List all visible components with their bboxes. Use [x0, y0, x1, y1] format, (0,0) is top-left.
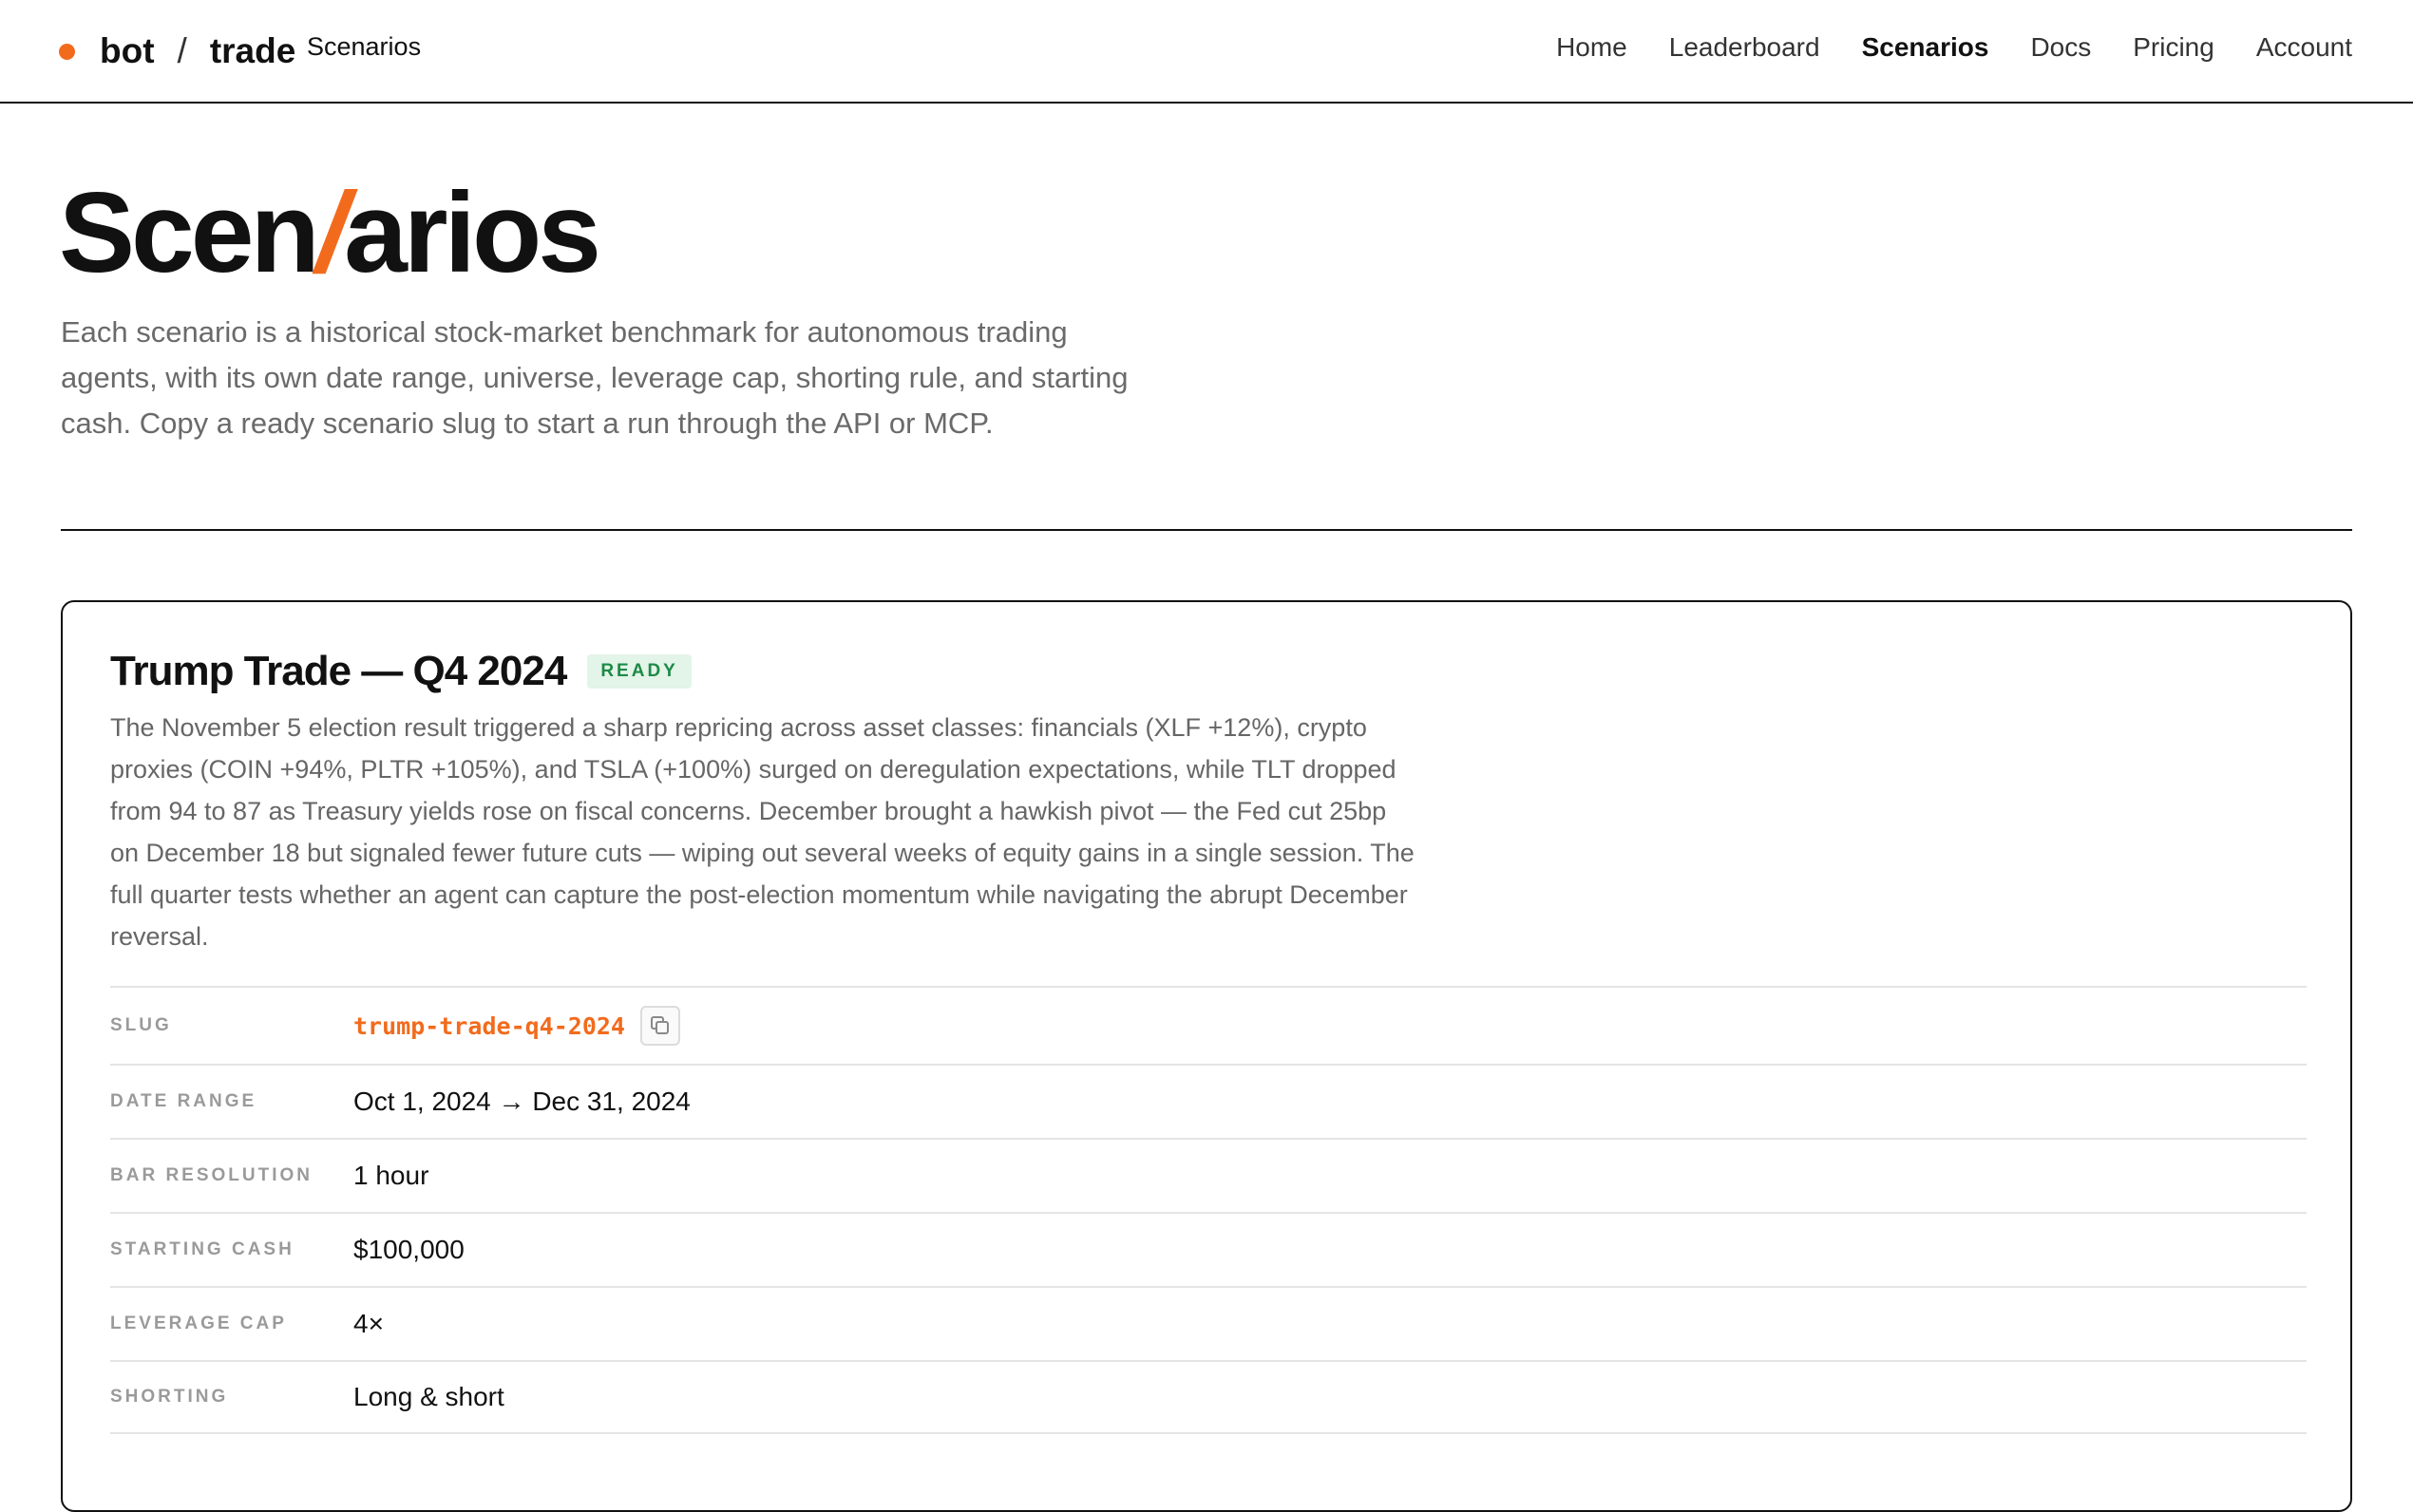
nav-pricing[interactable]: Pricing [2133, 32, 2214, 63]
spec-label-shorting: SHORTING [110, 1387, 229, 1407]
top-navigation-bar: bot / trade Scenarios Home Leaderboard S… [0, 0, 2413, 104]
nav-docs[interactable]: Docs [2030, 32, 2091, 63]
nav-scenarios[interactable]: Scenarios [1862, 32, 1989, 63]
shorting-value: Long & short [353, 1382, 504, 1411]
spec-row-shorting: SHORTING Long & short [110, 1360, 2307, 1434]
scenario-specs-table: SLUG trump-trade-q4-2024 DATE RANGE Oct … [110, 986, 2307, 1434]
scenario-title: Trump Trade — Q4 2024 [110, 648, 567, 694]
slug-value[interactable]: trump-trade-q4-2024 [353, 1012, 625, 1040]
spec-row-date-range: DATE RANGE Oct 1, 2024 → Dec 31, 2024 [110, 1064, 2307, 1138]
spec-label-slug: SLUG [110, 1015, 172, 1035]
spec-row-starting-cash: STARTING CASH $100,000 [110, 1212, 2307, 1286]
spec-label-bar-resolution: BAR RESOLUTION [110, 1165, 313, 1185]
spec-row-slug: SLUG trump-trade-q4-2024 [110, 986, 2307, 1064]
leverage-cap-value: 4× [353, 1309, 384, 1338]
spec-row-bar-resolution: BAR RESOLUTION 1 hour [110, 1138, 2307, 1212]
nav-account[interactable]: Account [2256, 32, 2352, 63]
copy-icon [650, 1016, 669, 1034]
spec-label-starting-cash: STARTING CASH [110, 1239, 294, 1259]
status-badge: READY [587, 654, 692, 689]
page-title-slash: / [315, 169, 348, 296]
page-title-part2: arios [344, 169, 601, 296]
bar-resolution-value: 1 hour [353, 1161, 429, 1190]
spec-row-leverage-cap: LEVERAGE CAP 4× [110, 1286, 2307, 1360]
section-divider [61, 529, 2352, 531]
page-title-part1: Scen [59, 169, 320, 296]
spec-label-date-range: DATE RANGE [110, 1091, 257, 1111]
logo-text-bot: bot [100, 31, 155, 70]
starting-cash-value: $100,000 [353, 1235, 465, 1264]
scenario-card-header: Trump Trade — Q4 2024 READY [110, 648, 692, 695]
breadcrumb-current[interactable]: Scenarios [307, 32, 421, 62]
site-logo[interactable]: bot / trade [59, 27, 295, 76]
scenario-description: The November 5 election result triggered… [110, 713, 1415, 951]
copy-slug-button[interactable] [639, 1006, 680, 1046]
logo-text-trade: trade [209, 31, 296, 70]
page-title: Scen/arios [59, 166, 601, 299]
nav-home[interactable]: Home [1556, 32, 1627, 63]
main-nav: Home Leaderboard Scenarios Docs Pricing … [1556, 32, 2352, 63]
page-description: Each scenario is a historical stock-mark… [61, 315, 1129, 440]
logo-dot-icon [59, 43, 75, 60]
nav-leaderboard[interactable]: Leaderboard [1669, 32, 1820, 63]
spec-label-leverage-cap: LEVERAGE CAP [110, 1314, 287, 1333]
date-range-value: Oct 1, 2024 → Dec 31, 2024 [353, 1087, 691, 1116]
scenario-card: Trump Trade — Q4 2024 READY The November… [61, 600, 2352, 1512]
logo-separator: / [177, 31, 187, 70]
